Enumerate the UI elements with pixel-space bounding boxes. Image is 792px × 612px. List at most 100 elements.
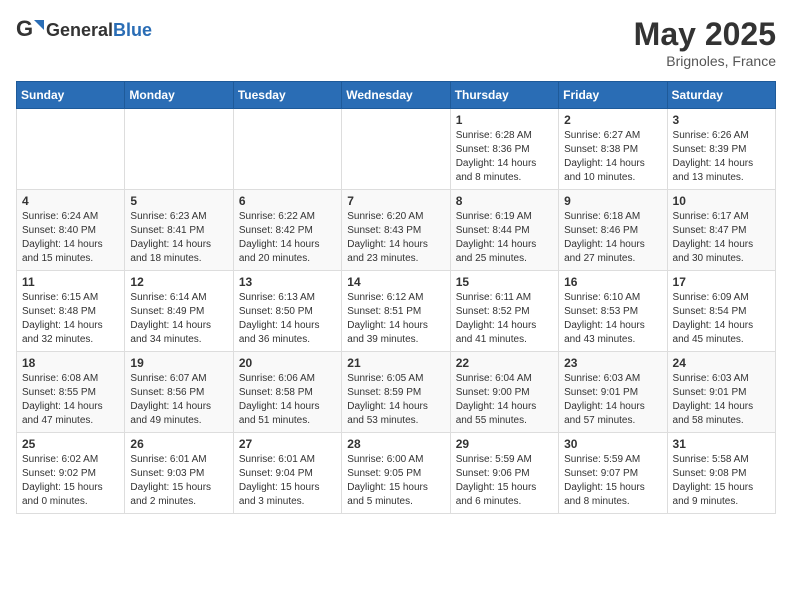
day-number: 8 xyxy=(456,194,553,208)
weekday-header-monday: Monday xyxy=(125,82,233,109)
day-info: Sunrise: 5:59 AM Sunset: 9:06 PM Dayligh… xyxy=(456,453,553,509)
calendar-week-row: 11 Sunrise: 6:15 AM Sunset: 8:48 PM Dayli… xyxy=(17,271,776,352)
calendar-week-row: 18 Sunrise: 6:08 AM Sunset: 8:55 PM Dayli… xyxy=(17,352,776,433)
calendar-cell: 7 Sunrise: 6:20 AM Sunset: 8:43 PM Daylig… xyxy=(342,190,450,271)
calendar-cell: 3 Sunrise: 6:26 AM Sunset: 8:39 PM Daylig… xyxy=(667,109,775,190)
calendar-cell: 31Sunrise: 5:58 AM Sunset: 9:08 PM Dayli… xyxy=(667,433,775,514)
weekday-header-row: SundayMondayTuesdayWednesdayThursdayFrid… xyxy=(17,82,776,109)
day-number: 23 xyxy=(564,356,661,370)
calendar-cell xyxy=(17,109,125,190)
calendar-cell: 14 Sunrise: 6:12 AM Sunset: 8:51 PM Dayli… xyxy=(342,271,450,352)
logo-text-general: General xyxy=(46,20,113,40)
calendar-cell: 18 Sunrise: 6:08 AM Sunset: 8:55 PM Dayli… xyxy=(17,352,125,433)
day-number: 20 xyxy=(239,356,336,370)
weekday-header-thursday: Thursday xyxy=(450,82,558,109)
calendar-cell: 1Sunrise: 6:28 AM Sunset: 8:36 PM Daylig… xyxy=(450,109,558,190)
calendar-cell: 28Sunrise: 6:00 AM Sunset: 9:05 PM Dayli… xyxy=(342,433,450,514)
page-header: G GeneralBlue May 2025 Brignoles, France xyxy=(16,16,776,69)
day-info: Sunrise: 6:02 AM Sunset: 9:02 PM Dayligh… xyxy=(22,453,119,509)
day-number: 17 xyxy=(673,275,770,289)
day-number: 29 xyxy=(456,437,553,451)
day-info: Sunrise: 6:26 AM Sunset: 8:39 PM Dayligh… xyxy=(673,129,770,185)
calendar-cell xyxy=(125,109,233,190)
day-info: Sunrise: 6:12 AM Sunset: 8:51 PM Dayligh… xyxy=(347,291,444,347)
calendar-cell: 27 Sunrise: 6:01 AM Sunset: 9:04 PM Dayli… xyxy=(233,433,341,514)
day-number: 19 xyxy=(130,356,227,370)
day-number: 24 xyxy=(673,356,770,370)
day-number: 6 xyxy=(239,194,336,208)
calendar-cell: 2 Sunrise: 6:27 AM Sunset: 8:38 PM Daylig… xyxy=(559,109,667,190)
calendar-cell: 15Sunrise: 6:11 AM Sunset: 8:52 PM Dayli… xyxy=(450,271,558,352)
day-info: Sunrise: 6:27 AM Sunset: 8:38 PM Dayligh… xyxy=(564,129,661,185)
day-info: Sunrise: 5:59 AM Sunset: 9:07 PM Dayligh… xyxy=(564,453,661,509)
calendar-cell: 21Sunrise: 6:05 AM Sunset: 8:59 PM Dayli… xyxy=(342,352,450,433)
day-number: 26 xyxy=(130,437,227,451)
calendar-cell: 16 Sunrise: 6:10 AM Sunset: 8:53 PM Dayli… xyxy=(559,271,667,352)
day-info: Sunrise: 6:15 AM Sunset: 8:48 PM Dayligh… xyxy=(22,291,119,347)
day-info: Sunrise: 6:24 AM Sunset: 8:40 PM Dayligh… xyxy=(22,210,119,266)
day-info: Sunrise: 6:14 AM Sunset: 8:49 PM Dayligh… xyxy=(130,291,227,347)
title-block: May 2025 Brignoles, France xyxy=(634,16,776,69)
calendar-cell: 17Sunrise: 6:09 AM Sunset: 8:54 PM Dayli… xyxy=(667,271,775,352)
logo-text-blue: Blue xyxy=(113,20,152,40)
day-number: 16 xyxy=(564,275,661,289)
day-info: Sunrise: 6:00 AM Sunset: 9:05 PM Dayligh… xyxy=(347,453,444,509)
day-info: Sunrise: 6:05 AM Sunset: 8:59 PM Dayligh… xyxy=(347,372,444,428)
day-number: 5 xyxy=(130,194,227,208)
calendar-cell: 30 Sunrise: 5:59 AM Sunset: 9:07 PM Dayli… xyxy=(559,433,667,514)
calendar-cell: 5 Sunrise: 6:23 AM Sunset: 8:41 PM Daylig… xyxy=(125,190,233,271)
day-info: Sunrise: 6:08 AM Sunset: 8:55 PM Dayligh… xyxy=(22,372,119,428)
day-number: 9 xyxy=(564,194,661,208)
calendar-week-row: 1Sunrise: 6:28 AM Sunset: 8:36 PM Daylig… xyxy=(17,109,776,190)
day-number: 4 xyxy=(22,194,119,208)
calendar-cell: 10Sunrise: 6:17 AM Sunset: 8:47 PM Dayli… xyxy=(667,190,775,271)
calendar-location: Brignoles, France xyxy=(634,53,776,69)
day-info: Sunrise: 6:13 AM Sunset: 8:50 PM Dayligh… xyxy=(239,291,336,347)
calendar-cell: 23Sunrise: 6:03 AM Sunset: 9:01 PM Dayli… xyxy=(559,352,667,433)
calendar-cell: 24 Sunrise: 6:03 AM Sunset: 9:01 PM Dayli… xyxy=(667,352,775,433)
day-number: 18 xyxy=(22,356,119,370)
day-number: 30 xyxy=(564,437,661,451)
calendar-cell xyxy=(342,109,450,190)
calendar-cell: 13 Sunrise: 6:13 AM Sunset: 8:50 PM Dayli… xyxy=(233,271,341,352)
day-info: Sunrise: 6:28 AM Sunset: 8:36 PM Dayligh… xyxy=(456,129,553,185)
day-number: 3 xyxy=(673,113,770,127)
day-number: 7 xyxy=(347,194,444,208)
day-number: 11 xyxy=(22,275,119,289)
day-info: Sunrise: 6:10 AM Sunset: 8:53 PM Dayligh… xyxy=(564,291,661,347)
day-info: Sunrise: 6:20 AM Sunset: 8:43 PM Dayligh… xyxy=(347,210,444,266)
calendar-cell: 29 Sunrise: 5:59 AM Sunset: 9:06 PM Dayli… xyxy=(450,433,558,514)
calendar-cell: 6Sunrise: 6:22 AM Sunset: 8:42 PM Daylig… xyxy=(233,190,341,271)
calendar-cell: 20 Sunrise: 6:06 AM Sunset: 8:58 PM Dayli… xyxy=(233,352,341,433)
day-info: Sunrise: 6:03 AM Sunset: 9:01 PM Dayligh… xyxy=(673,372,770,428)
weekday-header-saturday: Saturday xyxy=(667,82,775,109)
day-number: 31 xyxy=(673,437,770,451)
weekday-header-wednesday: Wednesday xyxy=(342,82,450,109)
logo-icon: G xyxy=(16,16,44,44)
day-info: Sunrise: 6:06 AM Sunset: 8:58 PM Dayligh… xyxy=(239,372,336,428)
calendar-title: May 2025 xyxy=(634,16,776,53)
day-info: Sunrise: 6:18 AM Sunset: 8:46 PM Dayligh… xyxy=(564,210,661,266)
day-number: 27 xyxy=(239,437,336,451)
day-info: Sunrise: 6:01 AM Sunset: 9:04 PM Dayligh… xyxy=(239,453,336,509)
calendar-cell: 9 Sunrise: 6:18 AM Sunset: 8:46 PM Daylig… xyxy=(559,190,667,271)
day-number: 2 xyxy=(564,113,661,127)
calendar-cell: 26Sunrise: 6:01 AM Sunset: 9:03 PM Dayli… xyxy=(125,433,233,514)
svg-text:G: G xyxy=(16,16,33,41)
calendar-cell: 19 Sunrise: 6:07 AM Sunset: 8:56 PM Dayli… xyxy=(125,352,233,433)
day-number: 12 xyxy=(130,275,227,289)
day-number: 13 xyxy=(239,275,336,289)
day-info: Sunrise: 6:07 AM Sunset: 8:56 PM Dayligh… xyxy=(130,372,227,428)
calendar-week-row: 25 Sunrise: 6:02 AM Sunset: 9:02 PM Dayli… xyxy=(17,433,776,514)
day-number: 25 xyxy=(22,437,119,451)
day-number: 14 xyxy=(347,275,444,289)
day-number: 15 xyxy=(456,275,553,289)
calendar-week-row: 4 Sunrise: 6:24 AM Sunset: 8:40 PM Daylig… xyxy=(17,190,776,271)
weekday-header-tuesday: Tuesday xyxy=(233,82,341,109)
day-info: Sunrise: 6:04 AM Sunset: 9:00 PM Dayligh… xyxy=(456,372,553,428)
day-info: Sunrise: 6:17 AM Sunset: 8:47 PM Dayligh… xyxy=(673,210,770,266)
day-info: Sunrise: 6:23 AM Sunset: 8:41 PM Dayligh… xyxy=(130,210,227,266)
calendar-cell: 11 Sunrise: 6:15 AM Sunset: 8:48 PM Dayli… xyxy=(17,271,125,352)
logo: G GeneralBlue xyxy=(16,16,152,44)
day-info: Sunrise: 6:19 AM Sunset: 8:44 PM Dayligh… xyxy=(456,210,553,266)
